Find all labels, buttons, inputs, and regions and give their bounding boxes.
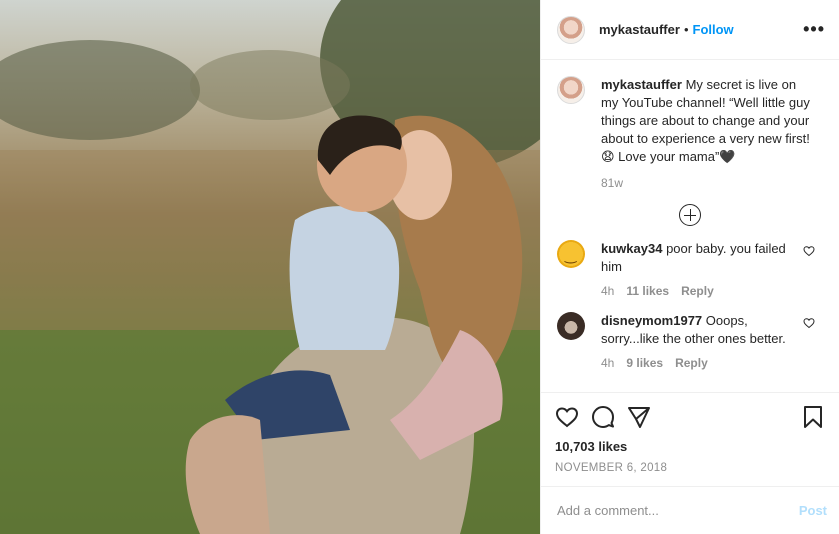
heart-icon[interactable] [555, 405, 579, 429]
instagram-post: mykastauffer • Follow ••• mykastauffer M… [0, 0, 839, 534]
photo-illustration [0, 0, 540, 534]
paper-plane-icon[interactable] [627, 405, 651, 429]
caption: mykastauffer My secret is live on my You… [557, 76, 823, 166]
post-date[interactable]: NOVEMBER 6, 2018 [555, 462, 825, 486]
comment-heart-icon[interactable] [803, 245, 815, 257]
comment-likes[interactable]: 11 likes [626, 284, 669, 298]
comment-text: kuwkay34 poor baby. you failed him [601, 240, 797, 276]
follow-button[interactable]: Follow [693, 22, 734, 37]
plus-circle-icon[interactable] [679, 204, 701, 226]
post-photo[interactable] [0, 0, 540, 534]
author-username[interactable]: mykastauffer [599, 22, 680, 37]
action-icons [555, 401, 825, 433]
comment-row: disneymom1977 Ooops, sorry...like the ot… [557, 312, 823, 348]
comment-text: disneymom1977 Ooops, sorry...like the ot… [601, 312, 797, 348]
commenter-avatar[interactable] [557, 240, 585, 268]
post-header: mykastauffer • Follow ••• [541, 0, 839, 60]
list-item: kuwkay34 poor baby. you failed him 4h 11… [557, 240, 823, 298]
comment-heart-icon[interactable] [803, 317, 815, 329]
comment-username[interactable]: disneymom1977 [601, 313, 702, 328]
separator-dot: • [683, 22, 689, 37]
comment-age[interactable]: 4h [601, 356, 614, 370]
bookmark-icon[interactable] [801, 405, 825, 429]
list-item: disneymom1977 Ooops, sorry...like the ot… [557, 312, 823, 370]
post-side-panel: mykastauffer • Follow ••• mykastauffer M… [540, 0, 839, 534]
comments-list[interactable]: mykastauffer My secret is live on my You… [541, 60, 839, 392]
comment-age[interactable]: 4h [601, 284, 614, 298]
like-count[interactable]: 10,703 likes [555, 439, 825, 454]
caption-text: mykastauffer My secret is live on my You… [601, 76, 811, 166]
action-bar: 10,703 likes NOVEMBER 6, 2018 [541, 392, 839, 486]
caption-username[interactable]: mykastauffer [601, 77, 682, 92]
author-avatar[interactable] [557, 15, 585, 44]
reply-button[interactable]: Reply [675, 356, 708, 370]
commenter-avatar[interactable] [557, 312, 585, 340]
comment-likes[interactable]: 9 likes [626, 356, 663, 370]
comment-input[interactable] [557, 503, 799, 518]
comment-meta: 4h 9 likes Reply [601, 356, 823, 370]
comment-meta: 4h 11 likes Reply [601, 284, 823, 298]
reply-button[interactable]: Reply [681, 284, 714, 298]
caption-age[interactable]: 81w [601, 176, 823, 190]
comment-composer: Post [541, 486, 839, 534]
comment-row: kuwkay34 poor baby. you failed him [557, 240, 823, 276]
caption-avatar[interactable] [557, 76, 585, 104]
speech-bubble-icon[interactable] [591, 405, 615, 429]
post-comment-button[interactable]: Post [799, 503, 827, 518]
comment-username[interactable]: kuwkay34 [601, 241, 662, 256]
more-options-icon[interactable]: ••• [803, 19, 825, 40]
load-more-comments [557, 204, 823, 226]
